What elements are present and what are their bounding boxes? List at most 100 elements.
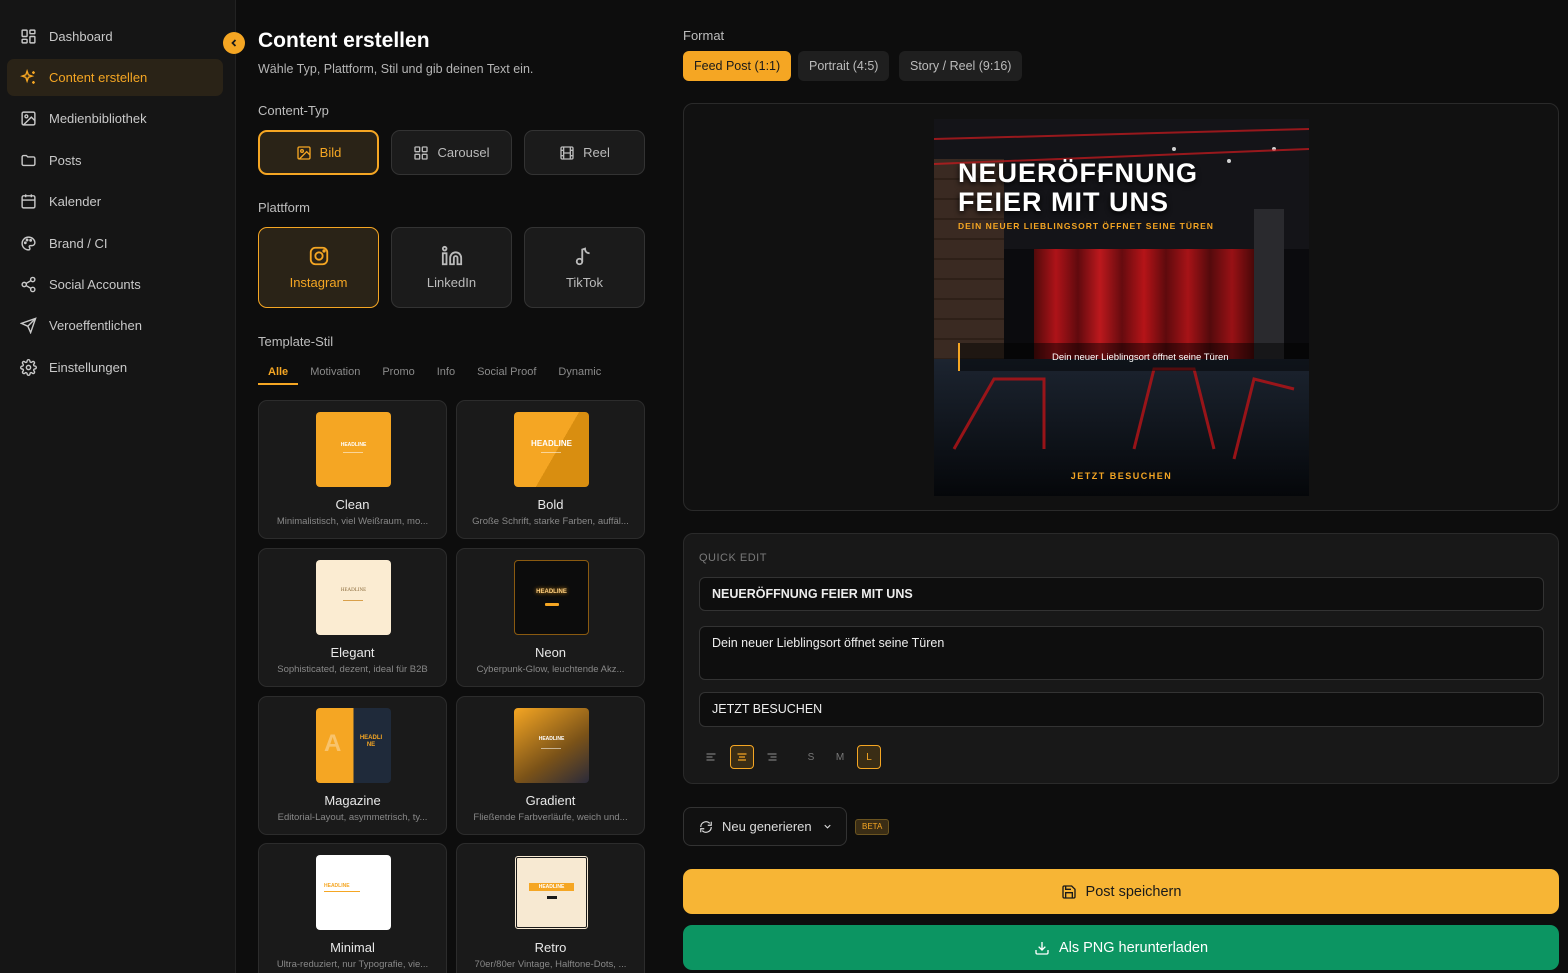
template-card-retro[interactable]: HEADLINE Retro 70er/80er Vintage, Halfto… (456, 843, 645, 973)
template-style-label: Template-Stil (258, 334, 334, 349)
grid-icon (19, 28, 37, 46)
template-desc: Cyberpunk-Glow, leuchtende Akz... (476, 664, 625, 675)
platform-instagram-button[interactable]: Instagram (258, 227, 379, 308)
tab-info[interactable]: Info (427, 364, 465, 385)
size-m-button[interactable]: M (828, 745, 852, 769)
align-center-button[interactable] (730, 745, 754, 769)
template-name: Neon (534, 645, 567, 660)
save-label: Post speichern (1085, 883, 1182, 900)
template-thumbnail: HEADLINE (514, 708, 589, 783)
type-reel-button[interactable]: Reel (524, 130, 645, 175)
thumb-line (324, 891, 360, 892)
body-textarea[interactable]: Dein neuer Lieblingsort öffnet seine Tür… (699, 626, 1544, 680)
regenerate-dropdown[interactable]: Neu generieren (683, 807, 847, 846)
template-name: Elegant (330, 645, 375, 660)
thumb-letter: A (324, 730, 342, 757)
palette-icon (19, 235, 37, 253)
template-desc: Sophisticated, dezent, ideal für B2B (277, 664, 428, 675)
nav-medienbibliothek[interactable]: Medienbibliothek (7, 100, 223, 137)
nav-veroeffentlichen[interactable]: Veroeffentlichen (7, 307, 223, 344)
format-feed-post-button[interactable]: Feed Post (1:1) (683, 51, 792, 81)
collapse-sidebar-button[interactable] (223, 32, 245, 54)
template-card-bold[interactable]: HEADLINE Bold Große Schrift, starke Farb… (456, 400, 645, 539)
thumb-line (541, 748, 561, 749)
thumb-headline: HEADLINE (340, 588, 367, 593)
platform-tiktok-button[interactable]: TikTok (524, 227, 645, 308)
format-portrait-button[interactable]: Portrait (4:5) (798, 51, 890, 81)
template-thumbnail: HEADLINE (316, 412, 391, 487)
size-s-button[interactable]: S (799, 745, 823, 769)
type-label: Bild (319, 145, 342, 160)
post-cta: JETZT BESUCHEN (1070, 471, 1173, 481)
grid-icon (413, 145, 429, 161)
image-icon (19, 110, 37, 128)
send-icon (19, 317, 37, 335)
template-thumbnail: HEADLINE (316, 855, 391, 930)
thumb-headline: HEADLINE (324, 883, 350, 889)
align-right-button[interactable] (760, 745, 784, 769)
nav-einstellungen[interactable]: Einstellungen (7, 349, 223, 386)
platform-linkedin-button[interactable]: LinkedIn (391, 227, 512, 308)
template-card-elegant[interactable]: HEADLINE Elegant Sophisticated, dezent, … (258, 548, 447, 687)
template-card-minimal[interactable]: HEADLINE Minimal Ultra-reduziert, nur Ty… (258, 843, 447, 973)
nav-label: Social Accounts (49, 277, 141, 292)
nav-dashboard[interactable]: Dashboard (7, 18, 223, 55)
nav-brand-ci[interactable]: Brand / CI (7, 225, 223, 262)
template-desc: Ultra-reduziert, nur Typografie, vie... (276, 959, 429, 970)
refresh-icon (699, 820, 713, 834)
template-thumbnail: HEADLINE (514, 560, 589, 635)
creation-form: Content erstellen Wähle Typ, Plattform, … (258, 0, 646, 973)
format-story-reel-button[interactable]: Story / Reel (9:16) (899, 51, 1023, 81)
download-png-button[interactable]: Als PNG herunterladen (683, 925, 1559, 970)
template-card-magazine[interactable]: A HEADLI NE Magazine Editorial-Layout, a… (258, 696, 447, 835)
page-title: Content erstellen (258, 29, 430, 52)
preview-container: NEUERÖFFNUNG FEIER MIT UNS DEIN NEUER LI… (683, 103, 1559, 511)
nav-social-accounts[interactable]: Social Accounts (7, 266, 223, 303)
film-icon (559, 145, 575, 161)
template-card-gradient[interactable]: HEADLINE Gradient Fließende Farbverläufe… (456, 696, 645, 835)
regenerate-label: Neu generieren (722, 819, 812, 834)
nav-label: Kalender (49, 194, 102, 209)
headline-input[interactable]: NEUERÖFFNUNG FEIER MIT UNS (699, 577, 1544, 611)
chevron-left-icon (228, 37, 240, 49)
post-headline-line1: NEUERÖFFNUNG (958, 158, 1198, 188)
tab-promo[interactable]: Promo (372, 364, 424, 385)
nav-posts[interactable]: Posts (7, 142, 223, 179)
template-thumbnail: HEADLINE (514, 855, 589, 930)
align-left-icon (705, 751, 717, 763)
template-card-neon[interactable]: HEADLINE Neon Cyberpunk-Glow, leuchtende… (456, 548, 645, 687)
nav-label: Content erstellen (49, 70, 148, 85)
nav-kalender[interactable]: Kalender (7, 183, 223, 220)
download-icon (1034, 940, 1050, 956)
template-name: Minimal (330, 940, 375, 955)
post-body: Dein neuer Lieblingsort öffnet seine Tür… (1052, 352, 1229, 363)
cta-input[interactable]: JETZT BESUCHEN (699, 692, 1544, 727)
align-left-button[interactable] (699, 745, 723, 769)
type-carousel-button[interactable]: Carousel (391, 130, 512, 175)
size-l-button[interactable]: L (857, 745, 881, 769)
align-right-icon (766, 751, 778, 763)
tab-dynamic[interactable]: Dynamic (548, 364, 611, 385)
download-label: Als PNG herunterladen (1058, 939, 1209, 956)
instagram-icon (308, 245, 330, 267)
type-bild-button[interactable]: Bild (258, 130, 379, 175)
template-tabs: Alle Motivation Promo Info Social Proof … (258, 364, 613, 386)
page-subtitle: Wähle Typ, Plattform, Stil und gib deine… (258, 62, 534, 76)
beta-badge: BETA (855, 819, 890, 835)
nav-label: Dashboard (49, 29, 113, 44)
template-thumbnail: HEADLINE (316, 560, 391, 635)
thumb-headline: HEADLINE (538, 736, 565, 742)
thumb-headline: HEADLINE (529, 883, 574, 891)
post-tagline: DEIN NEUER LIEBLINGSORT ÖFFNET SEINE TÜR… (958, 221, 1214, 231)
template-desc: 70er/80er Vintage, Halftone-Dots, ... (474, 959, 627, 970)
save-post-button[interactable]: Post speichern (683, 869, 1559, 914)
tab-motivation[interactable]: Motivation (300, 364, 370, 385)
tab-alle[interactable]: Alle (258, 364, 299, 385)
post-headline-line2: FEIER MIT UNS (958, 187, 1170, 217)
nav-content-erstellen[interactable]: Content erstellen (7, 59, 223, 96)
preview-panel: Format Feed Post (1:1) Portrait (4:5) St… (683, 0, 1559, 973)
template-card-clean[interactable]: HEADLINE Clean Minimalistisch, viel Weiß… (258, 400, 447, 539)
tab-social-proof[interactable]: Social Proof (467, 364, 546, 385)
template-name: Bold (537, 497, 564, 512)
share-icon (19, 276, 37, 294)
